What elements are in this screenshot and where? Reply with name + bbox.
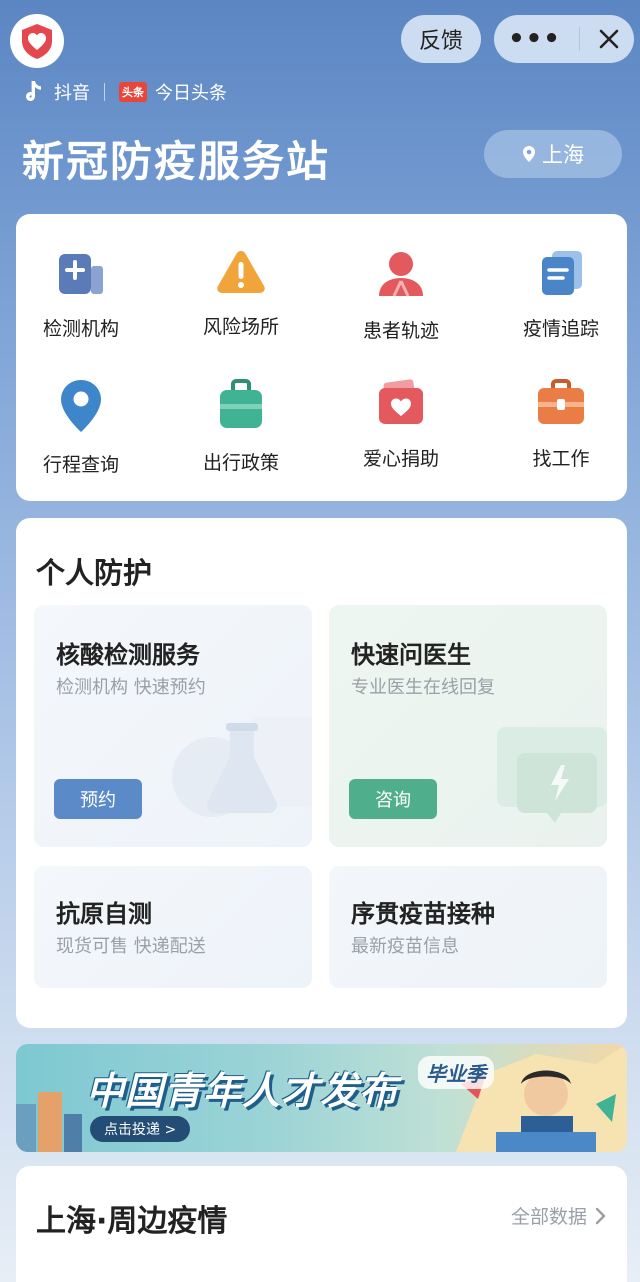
service-trip-query[interactable]: 行程查询	[6, 348, 156, 476]
mini-program-capsule: •••	[494, 15, 634, 63]
service-label: 患者轨迹	[362, 320, 439, 342]
all-data-link[interactable]: 全部数据	[511, 1202, 607, 1229]
map-pin-icon	[53, 378, 109, 434]
location-pin-icon	[523, 146, 535, 162]
location-label: 上海	[542, 143, 584, 167]
service-label: 爱心捐助	[362, 448, 439, 470]
banner-title: 中国青年人才发布	[86, 1069, 399, 1113]
services-grid: 检测机构 风险场所 患者轨迹 疫情追踪 行程查询 出行政策 爱心捐助 找工作	[16, 214, 627, 501]
service-label: 检测机构	[42, 318, 119, 340]
location-selector[interactable]: 上海	[484, 130, 622, 178]
service-label: 出行政策	[202, 452, 279, 474]
brand-row: 抖音 头条 今日头条	[22, 76, 227, 108]
tile-title: 序贯疫苗接种	[351, 900, 495, 928]
tile-subtitle: 现货可售 快递配送	[56, 936, 206, 957]
luggage-icon	[213, 378, 269, 432]
service-label: 风险场所	[202, 316, 279, 338]
tile-subtitle: 检测机构 快速预约	[56, 677, 206, 698]
people-icon	[373, 248, 429, 300]
documents-icon	[533, 248, 589, 298]
antigen-self-test-tile[interactable]: 抗原自测 现货可售 快递配送	[34, 866, 312, 988]
tile-subtitle: 最新疫苗信息	[351, 936, 459, 957]
service-risk-places[interactable]: 风险场所	[166, 218, 316, 338]
service-label: 找工作	[532, 448, 590, 470]
service-epidemic-tracking[interactable]: 疫情追踪	[486, 218, 636, 340]
service-patient-tracks[interactable]: 患者轨迹	[326, 218, 476, 342]
brand-douyin: 抖音	[54, 83, 90, 104]
service-label: 疫情追踪	[522, 318, 599, 340]
app-logo	[10, 14, 64, 68]
chat-bubble-illustration-icon	[497, 727, 607, 823]
heart-card-icon	[373, 378, 429, 428]
more-dots-icon[interactable]: •••	[508, 24, 561, 54]
service-label: 行程查询	[42, 454, 119, 476]
douyin-logo-icon	[26, 81, 41, 101]
feedback-button[interactable]: 反馈	[401, 15, 481, 63]
service-find-job[interactable]: 找工作	[486, 348, 636, 470]
tile-title: 抗原自测	[56, 900, 152, 928]
booster-vaccine-tile[interactable]: 序贯疫苗接种 最新疫苗信息	[329, 866, 607, 988]
epidemic-nearby-card: 上海·周边疫情 全部数据	[16, 1166, 627, 1282]
capsule-divider	[578, 27, 580, 51]
hospital-icon	[53, 248, 109, 298]
close-icon[interactable]	[598, 28, 620, 50]
tile-title: 快速问医生	[351, 641, 471, 669]
brand-divider	[104, 83, 105, 101]
feedback-label: 反馈	[418, 29, 463, 54]
nucleic-test-tile[interactable]: 核酸检测服务 检测机构 快速预约 预约	[34, 605, 312, 847]
section-title: 个人防护	[36, 556, 153, 590]
service-charity-donation[interactable]: 爱心捐助	[326, 348, 476, 470]
tile-title: 核酸检测服务	[56, 641, 200, 669]
flask-illustration-icon	[172, 717, 312, 817]
chevron-right-icon	[595, 1207, 606, 1224]
brand-toutiao: 今日头条	[155, 83, 227, 104]
service-travel-policy[interactable]: 出行政策	[166, 348, 316, 474]
banner-cta-button[interactable]: 点击投递 >	[90, 1116, 191, 1142]
toutiao-badge: 头条	[119, 82, 147, 102]
epidemic-title: 上海·周边疫情	[36, 1204, 228, 1239]
personal-protection-card: 个人防护 核酸检测服务 检测机构 快速预约 预约 快速问医生 专业医生在线回复 …	[16, 518, 627, 1028]
book-button[interactable]: 预约	[54, 779, 142, 819]
shield-heart-icon	[22, 24, 52, 59]
consult-button[interactable]: 咨询	[349, 779, 437, 819]
page-title: 新冠防疫服务站	[22, 137, 331, 186]
service-testing-institutions[interactable]: 检测机构	[6, 218, 156, 340]
all-data-label: 全部数据	[510, 1206, 587, 1228]
ask-doctor-tile[interactable]: 快速问医生 专业医生在线回复 咨询	[329, 605, 607, 847]
banner-badge: 毕业季	[418, 1056, 494, 1089]
youth-talent-banner[interactable]: 中国青年人才发布 毕业季 点击投递 >	[16, 1044, 627, 1152]
briefcase-icon	[533, 378, 589, 428]
warning-icon	[213, 248, 269, 296]
tile-subtitle: 专业医生在线回复	[351, 677, 495, 698]
